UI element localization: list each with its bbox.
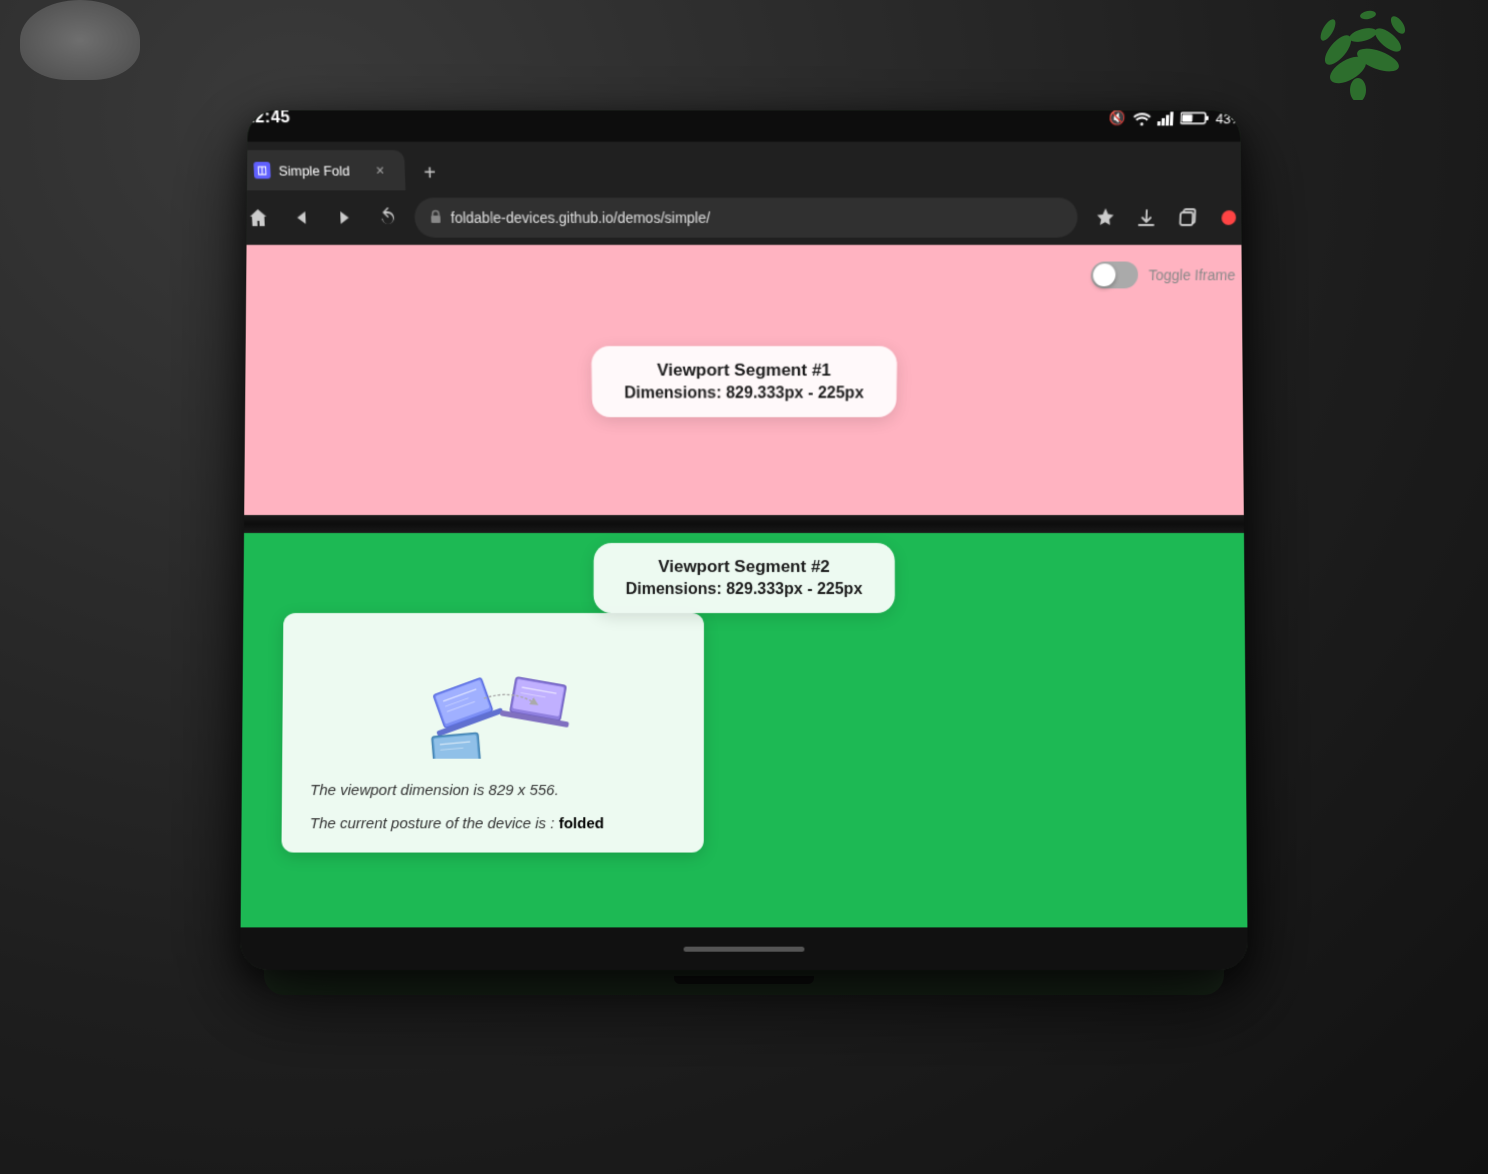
web-content-segment2: Viewport Segment #2 Dimensions: 829.333p… <box>241 533 1248 927</box>
posture-value: folded <box>559 815 604 832</box>
back-button[interactable] <box>284 201 318 235</box>
tab-title: Simple Fold <box>278 162 361 178</box>
bookmark-button[interactable] <box>1087 200 1123 236</box>
record-button[interactable] <box>1210 200 1247 236</box>
segment1-title: Viewport Segment #1 <box>624 360 864 380</box>
laptop-illustration <box>393 633 594 764</box>
posture-text: The current posture of the device is : f… <box>310 815 676 832</box>
bottom-notch <box>674 976 814 984</box>
segment2-dimensions: Dimensions: 829.333px - 225px <box>626 581 863 599</box>
fold-hinge <box>244 515 1244 533</box>
viewport-dimension-text: The viewport dimension is 829 x 556. <box>310 780 676 803</box>
toggle-label: Toggle Iframe <box>1148 267 1236 284</box>
address-bar-row: foldable-devices.github.io/demos/simple/ <box>240 190 1248 245</box>
tab-switcher-button[interactable] <box>1169 200 1206 236</box>
add-tab-button[interactable]: + <box>413 157 447 191</box>
top-left-decoration <box>20 0 140 80</box>
tab-close-button[interactable]: × <box>369 160 390 181</box>
segment2-title: Viewport Segment #2 <box>626 557 863 577</box>
screen-top: 12:45 🔇 <box>240 110 1248 515</box>
segment2-card: Viewport Segment #2 Dimensions: 829.333p… <box>594 543 895 613</box>
segment1-dimensions: Dimensions: 829.333px - 225px <box>624 385 864 403</box>
screen-bottom: Viewport Segment #2 Dimensions: 829.333p… <box>240 533 1248 970</box>
address-bar[interactable]: foldable-devices.github.io/demos/simple/ <box>414 198 1078 238</box>
tab-bar: ◫ Simple Fold × + <box>240 142 1248 191</box>
tab-favicon: ◫ <box>253 162 270 179</box>
active-tab[interactable]: ◫ Simple Fold × <box>240 150 405 190</box>
download-button[interactable] <box>1128 200 1164 236</box>
forward-button[interactable] <box>327 201 361 235</box>
lock-icon <box>429 209 443 227</box>
toggle-knob <box>1093 264 1116 287</box>
foldable-device: 12:45 🔇 <box>240 110 1248 970</box>
segment1-card: Viewport Segment #1 Dimensions: 829.333p… <box>591 346 897 417</box>
bottom-navigation <box>240 927 1248 970</box>
silent-icon: 🔇 <box>1109 110 1126 126</box>
signal-icon <box>1157 111 1174 126</box>
home-indicator <box>684 946 805 951</box>
toolbar-icons <box>1087 200 1247 236</box>
status-bar: 12:45 🔇 <box>240 110 1248 141</box>
status-icons: 🔇 <box>1109 110 1243 126</box>
wifi-icon <box>1132 111 1151 126</box>
web-content-segment1: Toggle Iframe Viewport Segment #1 Dimens… <box>240 245 1248 515</box>
home-button[interactable] <box>241 201 276 235</box>
battery-percent: 43% <box>1215 110 1243 126</box>
posture-label: The current posture of the device is : <box>310 815 555 832</box>
status-time: 12:45 <box>245 110 291 127</box>
toggle-switch[interactable] <box>1091 262 1139 289</box>
refresh-button[interactable] <box>371 201 405 235</box>
browser-chrome: ◫ Simple Fold × + <box>240 142 1248 245</box>
toggle-iframe-control[interactable]: Toggle Iframe <box>1091 262 1236 289</box>
plant-decoration <box>1288 0 1428 100</box>
battery-icon <box>1180 111 1210 126</box>
device-wrapper: 12:45 🔇 <box>219 107 1269 1067</box>
info-card: The viewport dimension is 829 x 556. The… <box>281 613 703 852</box>
url-text: foldable-devices.github.io/demos/simple/ <box>450 209 1063 226</box>
